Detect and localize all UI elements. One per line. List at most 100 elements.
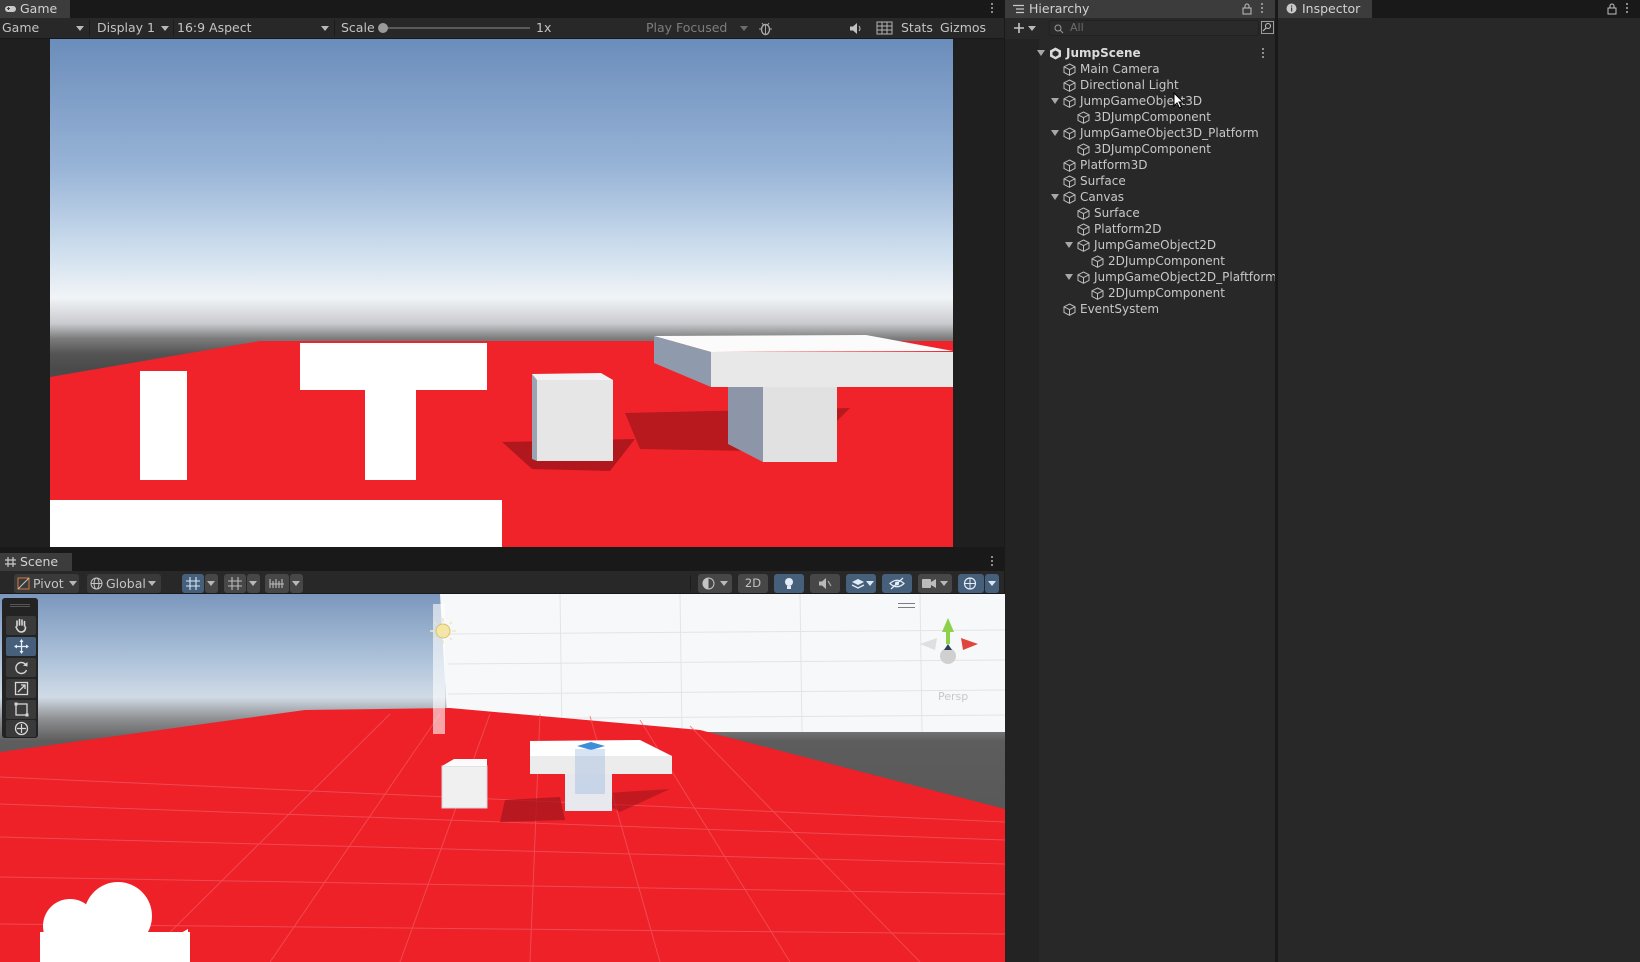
transform-tool-button[interactable]	[6, 720, 36, 737]
bug-icon[interactable]	[758, 21, 773, 36]
foldout-arrow-icon[interactable]	[1051, 130, 1059, 136]
scene-overlay-menu-icon[interactable]	[898, 603, 915, 608]
scene-panel-menu-icon[interactable]	[990, 554, 994, 568]
inspector-panel: Inspector	[1278, 0, 1640, 962]
orientation-gizmo[interactable]	[915, 614, 985, 674]
audio-mute-icon[interactable]	[849, 22, 863, 35]
hierarchy-item[interactable]: 2DJumpComponent	[1005, 285, 1275, 301]
gizmos-button[interactable]: Gizmos	[940, 18, 986, 38]
gizmo-y-axis	[942, 618, 954, 632]
hierarchy-item[interactable]: Surface	[1005, 205, 1275, 221]
hierarchy-item[interactable]: JumpGameObject2D_Plaftform	[1005, 269, 1275, 285]
vertex-snap-toggle[interactable]	[265, 574, 289, 593]
hierarchy-panel-menu-icon[interactable]	[1260, 1, 1264, 15]
palette-drag-handle[interactable]	[10, 604, 30, 607]
scale-slider-handle[interactable]	[378, 23, 388, 33]
gizmos-toggle[interactable]	[958, 574, 984, 593]
grid-stats-icon[interactable]	[876, 21, 893, 35]
draw-mode-toggle[interactable]	[698, 574, 732, 593]
tab-inspector-label: Inspector	[1302, 1, 1361, 16]
vertex-snap-dropdown[interactable]	[290, 574, 303, 593]
rotate-tool-button[interactable]	[6, 658, 36, 677]
tab-game[interactable]: Game	[0, 0, 70, 18]
game-panel-menu-icon[interactable]	[990, 1, 994, 15]
scene-view-render[interactable]: Persp	[0, 594, 1005, 962]
display-select[interactable]: Display 1	[97, 18, 171, 38]
mode-2d-toggle[interactable]: 2D	[738, 574, 768, 593]
tab-inspector[interactable]: Inspector	[1278, 0, 1372, 18]
plus-icon[interactable]	[1013, 22, 1025, 34]
search-options-icon[interactable]	[1261, 21, 1274, 34]
hierarchy-item-label: Platform2D	[1094, 222, 1162, 236]
foldout-arrow-icon[interactable]	[1065, 242, 1073, 248]
hierarchy-item[interactable]: JumpGameObject2D	[1005, 237, 1275, 253]
rect-transform-icon	[14, 702, 29, 717]
audio-toggle[interactable]	[810, 574, 840, 593]
gameobject-cube-icon	[1063, 175, 1076, 188]
hierarchy-item[interactable]: Surface	[1005, 173, 1275, 189]
create-dropdown-icon[interactable]	[1028, 26, 1036, 31]
move-tool-button[interactable]	[6, 637, 36, 656]
hierarchy-item-label: Surface	[1080, 174, 1126, 188]
lock-icon[interactable]	[1242, 3, 1252, 15]
foldout-arrow-icon[interactable]	[1065, 274, 1073, 280]
scale-tool-button[interactable]	[6, 679, 36, 698]
lock-icon[interactable]	[1607, 3, 1617, 15]
hierarchy-item[interactable]: EventSystem	[1005, 301, 1275, 317]
inspector-panel-menu-icon[interactable]	[1625, 1, 1629, 15]
gizmos-dropdown[interactable]	[985, 574, 999, 593]
chevron-down-icon	[321, 26, 329, 31]
increment-snap-toggle[interactable]	[224, 574, 246, 593]
foldout-arrow-icon[interactable]	[1051, 194, 1059, 200]
hierarchy-tabbar: Hierarchy	[1005, 0, 1275, 18]
pivot-label: Pivot	[33, 576, 64, 591]
hierarchy-scene-row[interactable]: JumpScene	[1005, 45, 1275, 61]
scale-slider[interactable]	[378, 23, 530, 33]
hierarchy-item[interactable]: JumpGameObject3D	[1005, 93, 1275, 109]
gameobject-cube-icon	[1063, 63, 1076, 76]
hierarchy-item[interactable]: Canvas	[1005, 189, 1275, 205]
hierarchy-item[interactable]: Directional Light	[1005, 77, 1275, 93]
scene-toolbar: Pivot Global 2D	[0, 571, 1004, 594]
chevron-down-icon	[207, 581, 215, 586]
aspect-select[interactable]: 16:9 Aspect	[177, 18, 332, 38]
hierarchy-item[interactable]: Platform3D	[1005, 157, 1275, 173]
tab-hierarchy[interactable]: Hierarchy	[1005, 0, 1275, 18]
increment-snap-dropdown[interactable]	[247, 574, 260, 593]
foldout-arrow-icon[interactable]	[1051, 98, 1059, 104]
effects-toggle[interactable]	[846, 574, 876, 593]
mouse-cursor-icon	[1173, 92, 1184, 109]
divider	[89, 20, 90, 36]
camera-icon	[922, 579, 936, 588]
game-view-render[interactable]	[50, 39, 953, 547]
global-toggle[interactable]: Global	[87, 574, 161, 593]
hierarchy-item[interactable]: Main Camera	[1005, 61, 1275, 77]
play-mode-select[interactable]: Play Focused	[646, 18, 750, 38]
hierarchy-toolbar: All	[1005, 18, 1275, 39]
hierarchy-panel: Hierarchy All JumpScene Main Camera Direct…	[1005, 0, 1275, 962]
hierarchy-item[interactable]: 3DJumpComponent	[1005, 141, 1275, 157]
tab-scene[interactable]: Scene	[0, 553, 72, 571]
hierarchy-item[interactable]: 3DJumpComponent	[1005, 109, 1275, 125]
grid-snap-dropdown[interactable]	[205, 574, 218, 593]
camera-settings-toggle[interactable]	[918, 574, 952, 593]
hierarchy-item[interactable]: 2DJumpComponent	[1005, 253, 1275, 269]
scene-row-menu-icon[interactable]	[1261, 46, 1265, 60]
persp-label[interactable]: Persp	[938, 690, 968, 703]
hierarchy-item[interactable]: JumpGameObject3D_Platform	[1005, 125, 1275, 141]
pivot-toggle[interactable]: Pivot	[14, 574, 79, 593]
grid-snap-toggle[interactable]	[182, 574, 204, 593]
view-select[interactable]: Game	[2, 18, 86, 38]
tab-game-label: Game	[20, 1, 58, 16]
ui-bottom-panel	[50, 500, 502, 547]
hierarchy-item[interactable]: Platform2D	[1005, 221, 1275, 237]
hierarchy-search-field[interactable]: All	[1049, 20, 1259, 36]
lighting-toggle[interactable]	[774, 574, 804, 593]
lightbulb-icon	[785, 578, 793, 589]
stats-button[interactable]: Stats	[901, 18, 933, 38]
hand-tool-button[interactable]	[6, 616, 36, 635]
foldout-arrow-icon[interactable]	[1037, 50, 1045, 56]
scene-visibility-toggle[interactable]	[882, 574, 912, 593]
hierarchy-item-label: 2DJumpComponent	[1108, 286, 1225, 300]
rect-tool-button[interactable]	[6, 700, 36, 719]
